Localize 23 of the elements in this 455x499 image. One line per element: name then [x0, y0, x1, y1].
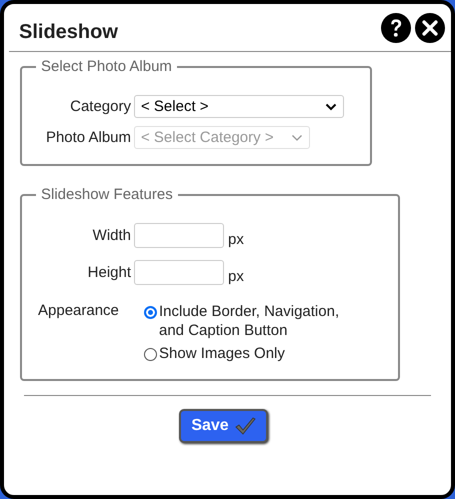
unit-label: px: [228, 268, 244, 285]
field-label: Category: [69, 98, 132, 115]
checkmark-icon: [234, 416, 256, 436]
unit-label: px: [228, 231, 244, 248]
input-field[interactable]: [134, 260, 224, 285]
group-legend: Slideshow Features: [36, 186, 178, 203]
group-legend: Select Photo Album: [36, 58, 177, 75]
option-label: Include Border, Navigation, and Caption Button: [159, 302, 340, 340]
help-icon[interactable]: [381, 13, 411, 43]
dropdown[interactable]: < Select >: [134, 95, 344, 118]
window-title: Slideshow: [19, 20, 118, 44]
chevron-icon: [291, 134, 303, 142]
radio-button[interactable]: [144, 306, 157, 319]
save-button[interactable]: Save: [179, 409, 268, 443]
field-label: Photo Album: [44, 129, 132, 146]
option-label: Show Images Only: [159, 344, 286, 363]
input-field[interactable]: [134, 223, 224, 248]
field-label: Appearance: [37, 302, 120, 321]
field-label: Height: [86, 264, 132, 281]
close-icon[interactable]: [415, 13, 445, 43]
chevron-icon: [325, 102, 337, 110]
field-label: Width: [92, 227, 132, 244]
radio-button[interactable]: [144, 348, 157, 361]
